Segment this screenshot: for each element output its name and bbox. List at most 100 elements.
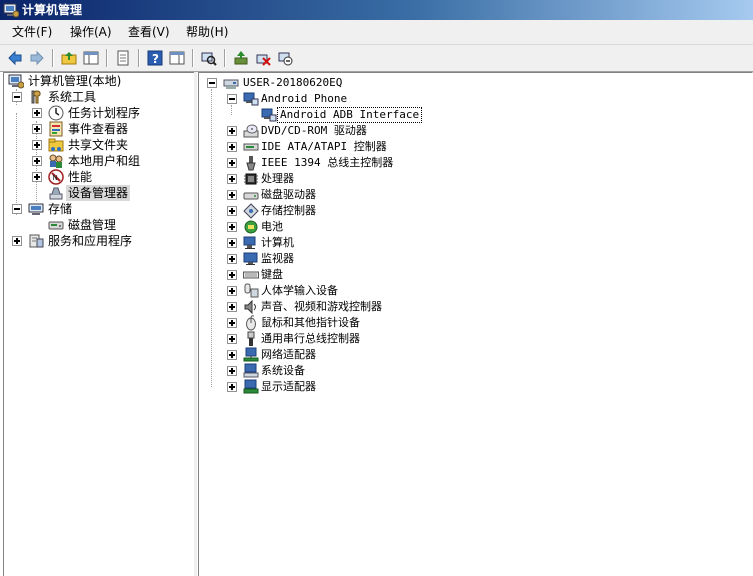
users-icon [48, 153, 64, 169]
expand-icon[interactable] [227, 286, 237, 296]
up-folder-icon[interactable] [59, 48, 79, 68]
device-category-label: 监视器 [261, 252, 294, 265]
device-tree-pane: USER-20180620EQ Android Phone Android AD… [198, 72, 753, 576]
expand-icon[interactable] [227, 302, 237, 312]
device-category-label: 磁盘驱动器 [261, 188, 316, 201]
expand-icon[interactable] [227, 318, 237, 328]
device-category-label: 处理器 [261, 172, 294, 185]
device-manager-icon [48, 185, 64, 201]
expand-icon[interactable] [227, 270, 237, 280]
dvd-icon [243, 123, 259, 139]
expand-icon[interactable] [227, 366, 237, 376]
collapse-icon[interactable] [12, 204, 22, 214]
scan-hardware-icon[interactable] [199, 48, 219, 68]
device-category-label: 声音、视频和游戏控制器 [261, 300, 382, 313]
device-android-phone-label: Android Phone [261, 92, 348, 105]
collapse-icon[interactable] [207, 78, 217, 88]
device-category-label: 计算机 [261, 236, 294, 249]
tree-disk-management-label: 磁盘管理 [68, 218, 117, 232]
tree-event-viewer-label: 事件查看器 [68, 122, 129, 136]
computer-management-icon [8, 73, 24, 89]
pane-splitter[interactable] [194, 72, 197, 576]
computer-management-icon [3, 2, 20, 18]
menu-view[interactable]: 查看(V) [128, 24, 170, 40]
expand-icon[interactable] [227, 382, 237, 392]
clock-icon [48, 105, 64, 121]
menu-action[interactable]: 操作(A) [70, 24, 112, 40]
device-category-label: 通用串行总线控制器 [261, 332, 360, 345]
tree-local-users-label: 本地用户和组 [68, 154, 141, 168]
expand-icon[interactable] [32, 172, 42, 182]
tree-device-manager-label: 设备管理器 [66, 185, 131, 201]
console-tree-icon[interactable] [81, 48, 101, 68]
storage-icon [28, 201, 44, 217]
back-arrow-icon[interactable] [5, 48, 25, 68]
shared-folder-icon [48, 137, 64, 153]
device-category-label: 存储控制器 [261, 204, 316, 217]
expand-icon[interactable] [32, 140, 42, 150]
title-bar: 计算机管理 [0, 0, 753, 20]
device-android-adb-label: Android ADB Interface [277, 107, 423, 123]
menu-help[interactable]: 帮助(H) [186, 24, 228, 40]
collapse-icon[interactable] [227, 94, 237, 104]
services-icon [28, 233, 44, 249]
ide-icon [243, 139, 259, 155]
display-adapter-icon [243, 379, 259, 395]
device-category-label: 人体学输入设备 [261, 284, 338, 297]
disk-drive-icon [243, 187, 259, 203]
computer-icon [243, 235, 259, 251]
console-tree-pane: 计算机管理(本地) 系统工具 任务计划程序 事件查看器 共享文件夹 本地用户和组… [3, 72, 195, 576]
menu-file[interactable]: 文件(F) [12, 24, 52, 40]
update-driver-icon[interactable] [231, 48, 251, 68]
expand-icon[interactable] [227, 222, 237, 232]
tree-shared-folders-label: 共享文件夹 [68, 138, 129, 152]
processor-icon [243, 171, 259, 187]
tree-performance-label: 性能 [68, 170, 93, 184]
monitor-icon [243, 251, 259, 267]
expand-icon[interactable] [227, 206, 237, 216]
performance-icon: N [48, 169, 64, 185]
expand-icon[interactable] [227, 158, 237, 168]
expand-icon[interactable] [227, 238, 237, 248]
device-category-label: 网络适配器 [261, 348, 316, 361]
device-category-label: 电池 [261, 220, 283, 233]
device-category-label: DVD/CD-ROM 驱动器 [261, 124, 367, 137]
uninstall-icon[interactable] [253, 48, 273, 68]
mouse-icon [243, 315, 259, 331]
expand-icon[interactable] [227, 350, 237, 360]
tools-icon [28, 89, 44, 105]
expand-icon[interactable] [227, 254, 237, 264]
adb-interface-icon [261, 107, 277, 123]
keyboard-icon [243, 267, 259, 283]
device-category-label: 键盘 [261, 268, 283, 281]
menu-bar: 文件(F) 操作(A) 查看(V) 帮助(H) [0, 20, 753, 45]
device-category-label: 显示适配器 [261, 380, 316, 393]
expand-icon[interactable] [227, 190, 237, 200]
expand-icon[interactable] [32, 156, 42, 166]
tree-storage-label: 存储 [48, 202, 73, 216]
collapse-icon[interactable] [12, 92, 22, 102]
expand-icon[interactable] [32, 108, 42, 118]
help-icon[interactable]: ? [145, 48, 165, 68]
network-adapter-icon [243, 347, 259, 363]
disable-device-icon[interactable] [275, 48, 295, 68]
device-computer-label: USER-20180620EQ [243, 76, 343, 89]
expand-icon[interactable] [227, 174, 237, 184]
device-category-label: 鼠标和其他指针设备 [261, 316, 360, 329]
expand-icon[interactable] [32, 124, 42, 134]
properties-icon[interactable] [113, 48, 133, 68]
disk-management-icon [48, 217, 64, 233]
device-category-label: IEEE 1394 总线主控制器 [261, 156, 394, 169]
expand-icon[interactable] [227, 126, 237, 136]
usb-icon [243, 331, 259, 347]
firewire-icon [243, 155, 259, 171]
battery-icon [243, 219, 259, 235]
window-title: 计算机管理 [22, 3, 83, 17]
forward-arrow-icon[interactable] [27, 48, 47, 68]
expand-icon[interactable] [12, 236, 22, 246]
svg-text:N: N [53, 174, 58, 182]
action-pane-icon[interactable] [167, 48, 187, 68]
expand-icon[interactable] [227, 334, 237, 344]
expand-icon[interactable] [227, 142, 237, 152]
tree-root-label: 计算机管理(本地) [28, 74, 122, 88]
